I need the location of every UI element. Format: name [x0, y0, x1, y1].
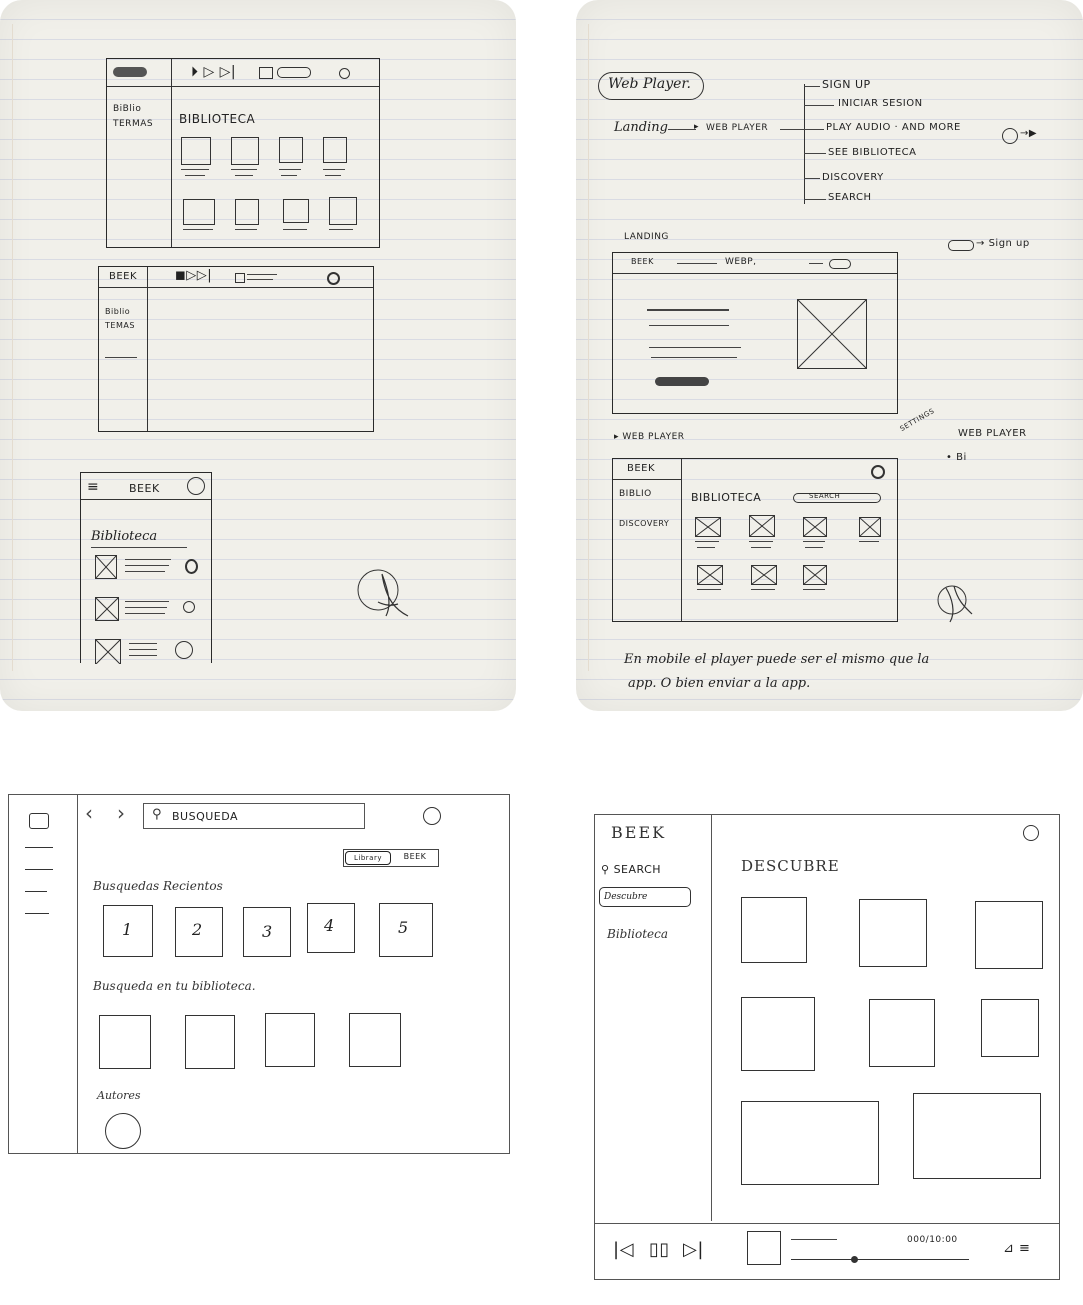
- search-icon: ⚲: [152, 807, 162, 822]
- signature-icon: [937, 585, 973, 623]
- player-controls-icon: ◼▷▷|: [175, 268, 213, 283]
- discover-card[interactable]: [975, 901, 1043, 969]
- sidebar-item-discovery: DISCOVERY: [619, 519, 670, 528]
- library-item[interactable]: [349, 1013, 401, 1067]
- sketch-webplayer: BEEK BIBLIO DISCOVERY BIBLIOTECA SEARCH: [612, 458, 898, 622]
- signature-icon: [357, 569, 409, 617]
- search-input[interactable]: ⚲ BUSQUEDA: [143, 803, 365, 829]
- recent-heading: Busquedas Recientos: [93, 879, 223, 893]
- now-playing-cover: [747, 1231, 781, 1265]
- notebook-photo-right: Web Player. Landing ▸ WEB PLAYER SIGN UP…: [576, 0, 1083, 711]
- discover-card[interactable]: [859, 899, 927, 967]
- section-heading: BIBLIOTECA: [691, 491, 762, 504]
- note-line-1: En mobile el player puede ser el mismo q…: [624, 652, 930, 667]
- nav-discover[interactable]: Descubre: [599, 887, 691, 907]
- menu-icon: ≡: [87, 479, 100, 495]
- signup-note: → Sign up: [976, 238, 1030, 249]
- library-item[interactable]: [99, 1015, 151, 1069]
- logo-scribble: [113, 67, 147, 77]
- toggle-beek[interactable]: BEEK: [394, 852, 436, 861]
- library-heading: Busqueda en tu biblioteca.: [93, 979, 256, 993]
- wireframe-search: ‹ › ⚲ BUSQUEDA Library BEEK Busquedas Re…: [8, 794, 510, 1154]
- sketch-landing: BEEK WEBP,: [612, 252, 898, 414]
- forward-icon[interactable]: ›: [117, 801, 126, 825]
- avatar-icon: [339, 68, 350, 79]
- sidebar-item: BiBlio: [113, 104, 142, 114]
- sidebar-item-biblio: BIBLIO: [619, 489, 652, 499]
- player-controls-icon: ⏵ ▷ ▷|: [191, 64, 237, 80]
- logo: BEEK: [631, 257, 654, 266]
- library-item[interactable]: [185, 1015, 235, 1069]
- logo: BEEK: [627, 463, 656, 474]
- sketch-mobile: ≡ BEEK Biblioteca: [80, 472, 212, 664]
- note-line-2: app. O bien enviar a la app.: [628, 676, 811, 691]
- logo-icon: [29, 813, 49, 829]
- flow-title: Web Player.: [608, 76, 691, 92]
- nav-text: WEBP,: [725, 257, 757, 267]
- recent-item[interactable]: 2: [175, 907, 223, 957]
- logo: BEEK: [109, 271, 138, 282]
- avatar-icon: [187, 477, 205, 495]
- discover-card-wide[interactable]: [913, 1093, 1041, 1179]
- library-item[interactable]: [265, 1013, 315, 1067]
- discover-card[interactable]: [981, 999, 1039, 1057]
- progress-handle[interactable]: [851, 1256, 858, 1263]
- flow-branch: PLAY AUDIO · AND MORE: [826, 122, 961, 133]
- sketch-desktop-library: ⏵ ▷ ▷| BiBlio TERMAS BIBLIOTECA: [106, 58, 380, 248]
- hero-image-placeholder: [797, 299, 867, 369]
- avatar-icon[interactable]: [1023, 825, 1039, 841]
- side-note-title: WEB PLAYER: [958, 428, 1027, 439]
- wireframe-discover: BEEK ⚲ SEARCH Descubre Biblioteca DESCUB…: [594, 814, 1060, 1280]
- flow-start: Landing: [614, 120, 668, 135]
- side-note-item: • Bi: [946, 452, 967, 463]
- previous-icon[interactable]: |◁: [613, 1239, 634, 1260]
- sketch-desktop-empty: BEEK ◼▷▷| Biblio TEMAS: [98, 266, 374, 432]
- recent-item[interactable]: 4: [307, 903, 355, 953]
- nav-search[interactable]: ⚲ SEARCH: [601, 863, 661, 876]
- flow-branch: SEARCH: [828, 192, 872, 203]
- logo: BEEK: [611, 823, 667, 842]
- sidebar-item: Biblio: [105, 307, 131, 316]
- avatar-icon: [327, 272, 340, 285]
- discover-card[interactable]: [869, 999, 935, 1067]
- player-time: 000/10:00: [907, 1235, 958, 1245]
- flow-branch: SEE BIBLIOTECA: [828, 147, 917, 158]
- settings-label: SETTINGS: [898, 406, 936, 434]
- section-heading: BIBLIOTECA: [179, 112, 256, 126]
- settings-icon: [871, 465, 885, 479]
- author-avatar[interactable]: [105, 1113, 141, 1149]
- sidebar-item: TEMAS: [105, 321, 135, 330]
- discover-card-wide[interactable]: [741, 1101, 879, 1185]
- section-heading: Biblioteca: [91, 529, 158, 544]
- source-toggle[interactable]: Library BEEK: [343, 849, 439, 867]
- authors-heading: Autores: [97, 1089, 141, 1102]
- recent-item[interactable]: 5: [379, 903, 433, 957]
- avatar-icon: [1002, 128, 1018, 144]
- logo: BEEK: [129, 482, 160, 495]
- avatar-icon[interactable]: [423, 807, 441, 825]
- back-icon[interactable]: ‹: [85, 801, 94, 825]
- progress-bar[interactable]: [791, 1259, 969, 1260]
- cta-button: [655, 377, 709, 386]
- next-icon[interactable]: ▷|: [683, 1239, 704, 1260]
- flow-middle: WEB PLAYER: [706, 123, 769, 133]
- toggle-library[interactable]: Library: [345, 851, 391, 865]
- section-heading: DESCUBRE: [741, 857, 840, 875]
- recent-item[interactable]: 3: [243, 907, 291, 957]
- sidebar-item: TERMAS: [113, 119, 154, 129]
- flow-branch: INICIAR SESION: [838, 98, 923, 109]
- discover-card[interactable]: [741, 897, 807, 963]
- volume-icon[interactable]: ⊿ ≡: [1003, 1241, 1030, 1256]
- notebook-photo-left: ⏵ ▷ ▷| BiBlio TERMAS BIBLIOTECA BEEK ◼▷▷…: [0, 0, 516, 711]
- progress-bar: [259, 67, 273, 79]
- nav-library[interactable]: Biblioteca: [607, 927, 668, 941]
- landing-label: LANDING: [624, 232, 669, 242]
- recent-item[interactable]: 1: [103, 905, 153, 957]
- flow-branch: DISCOVERY: [822, 172, 884, 183]
- pause-icon[interactable]: ▯▯: [649, 1239, 670, 1260]
- webplayer-arrow-label: ▸ WEB PLAYER: [614, 432, 685, 442]
- flow-branch: SIGN UP: [822, 78, 871, 91]
- discover-card[interactable]: [741, 997, 815, 1071]
